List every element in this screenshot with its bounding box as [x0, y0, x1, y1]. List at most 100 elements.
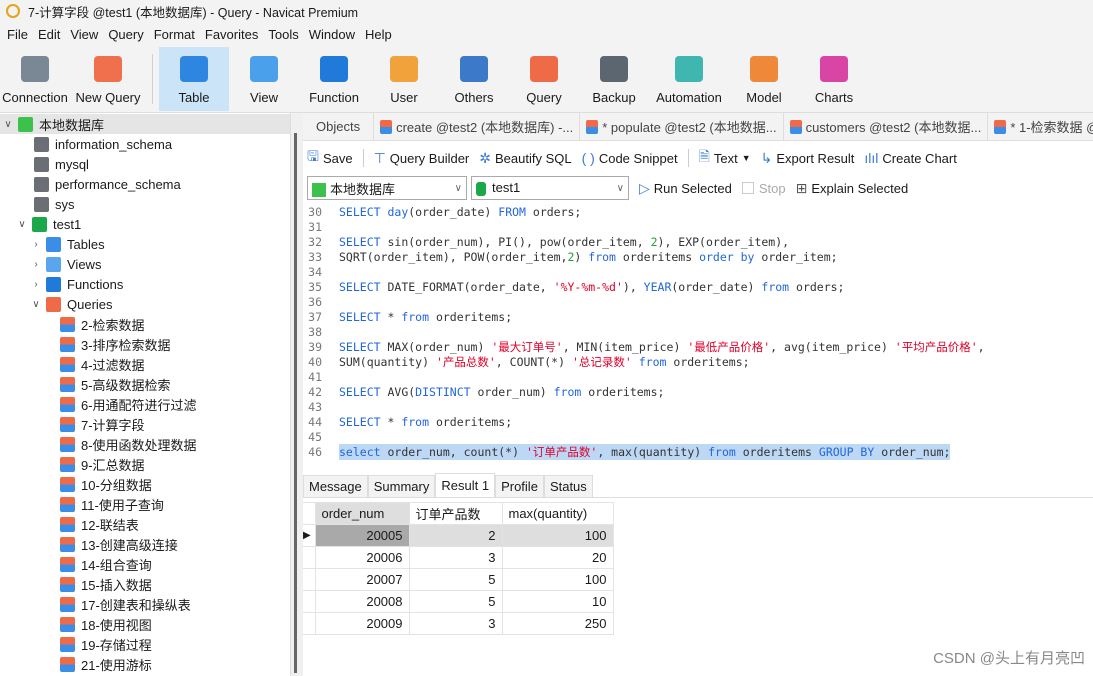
export-result-button[interactable]: ↳ Export Result — [761, 150, 855, 167]
table-row[interactable]: 20008 5 10 — [303, 590, 614, 613]
tab-query[interactable]: * populate @test2 (本地数据... — [580, 113, 784, 140]
tree-query-item[interactable]: 12-联结表 — [0, 514, 290, 534]
table-cell[interactable]: 20007 — [314, 568, 410, 591]
table-row[interactable]: 20006 3 20 — [303, 546, 614, 569]
table-row[interactable]: 20009 3 250 — [303, 612, 614, 635]
table-cell[interactable]: 2 — [408, 524, 503, 547]
menu-query[interactable]: Query — [103, 27, 148, 42]
code-snippet-button[interactable]: ( ) Code Snippet — [582, 150, 678, 166]
chevron-icon[interactable]: ∨ — [2, 119, 14, 130]
query-button[interactable]: Query — [509, 47, 579, 111]
tree-query-item[interactable]: 9-汇总数据 — [0, 454, 290, 474]
menu-help[interactable]: Help — [360, 27, 397, 42]
backup-button[interactable]: Backup — [579, 47, 649, 111]
tab-query[interactable]: create @test2 (本地数据库) -... — [374, 113, 581, 140]
stop-button[interactable]: Stop — [741, 181, 786, 196]
column-header[interactable]: order_num — [314, 502, 410, 525]
new-query-button[interactable]: New Query — [70, 47, 146, 111]
tree-scrollbar[interactable] — [294, 133, 297, 673]
function-button[interactable]: Function — [299, 47, 369, 111]
menu-edit[interactable]: Edit — [33, 27, 65, 42]
column-header[interactable]: max(quantity) — [501, 502, 614, 525]
table-cell[interactable]: 10 — [501, 590, 614, 613]
menu-format[interactable]: Format — [149, 27, 200, 42]
table-row[interactable]: ▶ 20005 2 100 — [303, 524, 614, 547]
tree-query-item[interactable]: 8-使用函数处理数据 — [0, 434, 290, 454]
query-builder-button[interactable]: ⊤ Query Builder — [374, 150, 470, 167]
tree-query-item[interactable]: 5-高级数据检索 — [0, 374, 290, 394]
tree-group-queries[interactable]: ∨ Queries — [0, 294, 290, 314]
tree-query-item[interactable]: 21-使用游标 — [0, 654, 290, 674]
result-tab-status[interactable]: Status — [543, 475, 593, 497]
tree-query-item[interactable]: 18-使用视图 — [0, 614, 290, 634]
tree-query-item[interactable]: 6-用通配符进行过滤 — [0, 394, 290, 414]
table-cell[interactable]: 100 — [501, 524, 614, 547]
tree-query-item[interactable]: 14-组合查询 — [0, 554, 290, 574]
tree-group-functions[interactable]: › Functions — [0, 274, 290, 294]
tab-query[interactable]: customers @test2 (本地数据... — [784, 113, 989, 140]
table-cell[interactable]: 3 — [408, 612, 503, 635]
table-cell[interactable]: 20008 — [314, 590, 410, 613]
charts-button[interactable]: Charts — [799, 47, 869, 111]
table-cell[interactable]: 3 — [408, 546, 503, 569]
chevron-icon[interactable]: ∨ — [16, 219, 28, 230]
run-selected-button[interactable]: ▷ Run Selected — [639, 180, 732, 197]
others-button[interactable]: Others — [439, 47, 509, 111]
tree-database[interactable]: mysql — [0, 154, 290, 174]
tab-query[interactable]: * 1-检索数据 @test — [988, 113, 1093, 140]
table-cell[interactable]: 20009 — [314, 612, 410, 635]
tree-group-tables[interactable]: › Tables — [0, 234, 290, 254]
tree-query-item[interactable]: 3-排序检索数据 — [0, 334, 290, 354]
view-button[interactable]: View — [229, 47, 299, 111]
tree-database-test1[interactable]: ∨ test1 — [0, 214, 290, 234]
connection-select[interactable]: 本地数据库 ∨ — [307, 176, 467, 200]
tree-database[interactable]: sys — [0, 194, 290, 214]
tree-query-item[interactable]: 11-使用子查询 — [0, 494, 290, 514]
explain-selected-button[interactable]: ⊞ Explain Selected — [796, 180, 909, 197]
table-cell[interactable]: 20 — [501, 546, 614, 569]
table-row[interactable]: 20007 5 100 — [303, 568, 614, 591]
automation-button[interactable]: Automation — [649, 47, 729, 111]
table-cell[interactable]: 20006 — [314, 546, 410, 569]
menu-file[interactable]: File — [2, 27, 33, 42]
tree-query-item[interactable]: 19-存储过程 — [0, 634, 290, 654]
result-tab-result-1[interactable]: Result 1 — [435, 473, 496, 497]
tree-query-item[interactable]: 2-检索数据 — [0, 314, 290, 334]
sql-editor[interactable]: 30 SELECT day(order_date) FROM orders; 31 3… — [303, 203, 1093, 465]
chevron-icon[interactable]: › — [30, 259, 42, 270]
table-cell[interactable]: 250 — [501, 612, 614, 635]
chevron-icon[interactable]: › — [30, 239, 42, 250]
create-chart-button[interactable]: ılıl Create Chart — [864, 150, 956, 166]
tree-database[interactable]: information_schema — [0, 134, 290, 154]
text-button[interactable]: 🗎 Text ▼ — [699, 146, 751, 170]
chevron-icon[interactable]: ∨ — [30, 299, 42, 310]
connection-button[interactable]: Connection — [0, 47, 70, 111]
table-cell[interactable]: 20005 — [314, 524, 410, 547]
tree-query-item[interactable]: 7-计算字段 — [0, 414, 290, 434]
tree-group-views[interactable]: › Views — [0, 254, 290, 274]
tab-objects[interactable]: Objects — [303, 113, 375, 140]
tree-query-item[interactable]: 15-插入数据 — [0, 574, 290, 594]
tree-query-item[interactable]: 13-创建高级连接 — [0, 534, 290, 554]
menu-tools[interactable]: Tools — [263, 27, 303, 42]
tree-query-item[interactable]: 4-过滤数据 — [0, 354, 290, 374]
menu-view[interactable]: View — [65, 27, 103, 42]
table-button[interactable]: Table — [159, 47, 229, 111]
database-select[interactable]: test1 ∨ — [471, 176, 629, 200]
model-button[interactable]: Model — [729, 47, 799, 111]
result-tab-profile[interactable]: Profile — [495, 475, 544, 497]
table-cell[interactable]: 5 — [408, 568, 503, 591]
save-button[interactable]: 🖫 Save — [307, 146, 353, 170]
tree-connection[interactable]: ∨ 本地数据库 — [0, 114, 290, 134]
table-cell[interactable]: 100 — [501, 568, 614, 591]
tree-database[interactable]: performance_schema — [0, 174, 290, 194]
column-header[interactable]: 订单产品数 — [408, 502, 503, 525]
tree-query-item[interactable]: 17-创建表和操纵表 — [0, 594, 290, 614]
menu-window[interactable]: Window — [304, 27, 360, 42]
table-cell[interactable]: 5 — [408, 590, 503, 613]
result-tab-summary[interactable]: Summary — [367, 475, 436, 497]
tree-query-item[interactable]: 10-分组数据 — [0, 474, 290, 494]
result-tab-message[interactable]: Message — [303, 475, 368, 497]
user-button[interactable]: User — [369, 47, 439, 111]
pane-splitter[interactable] — [290, 113, 303, 676]
